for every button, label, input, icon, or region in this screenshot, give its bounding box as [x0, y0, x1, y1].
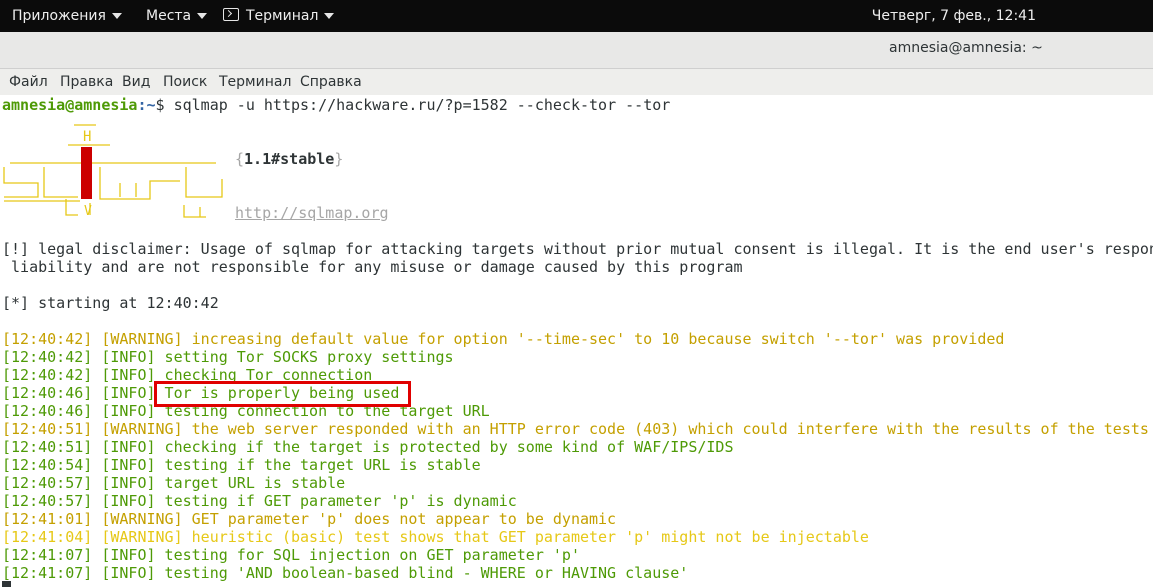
log-line-info: [12:41:07] [INFO] testing for SQL inject… — [2, 546, 580, 564]
log-line-warning: [12:41:01] [WARNING] GET parameter 'p' d… — [2, 510, 617, 528]
menu-terminal[interactable]: Терминал — [219, 69, 291, 95]
menu-view[interactable]: Вид — [122, 69, 150, 95]
places-menu[interactable]: Места — [146, 0, 208, 32]
log-line-info: [12:40:51] [INFO] checking if the target… — [2, 438, 734, 456]
applications-menu[interactable]: Приложения — [12, 0, 122, 32]
window-title: amnesia@amnesia: ~ — [889, 40, 1043, 56]
sqlmap-version: 1.1#stable — [244, 150, 335, 168]
log-line-info: [12:40:42] [INFO] setting Tor SOCKS prox… — [2, 348, 454, 366]
prompt-symbol: $ — [155, 96, 174, 114]
prompt-command: sqlmap -u https://hackware.ru/?p=1582 --… — [173, 96, 671, 114]
disclaimer-line-2: liability and are not responsible for an… — [2, 258, 743, 276]
terminal-app-menu-label: Терминал — [246, 8, 319, 24]
log-line-warning: [12:40:51] [WARNING] the web server resp… — [2, 420, 1149, 438]
chevron-down-icon — [197, 13, 208, 19]
applications-menu-label: Приложения — [12, 8, 106, 24]
brace-close: } — [334, 150, 344, 168]
prompt-user-host: amnesia@amnesia — [2, 96, 138, 114]
places-menu-label: Места — [146, 8, 192, 24]
tor-highlight-box — [154, 381, 411, 407]
prompt-path: :~ — [137, 96, 156, 114]
log-line-warning: [12:40:42] [WARNING] increasing default … — [2, 330, 1005, 348]
starting-line: [*] starting at 12:40:42 — [2, 294, 219, 312]
window-title-bar[interactable]: amnesia@amnesia: ~ — [0, 32, 1153, 69]
terminal-menu-bar: Файл Правка Вид Поиск Терминал Справка — [0, 69, 1153, 95]
log-line-info: [12:40:57] [INFO] testing if GET paramet… — [2, 492, 517, 510]
log-line-info: [12:41:07] [INFO] testing 'AND boolean-b… — [2, 564, 689, 582]
svg-text:V: V — [84, 204, 92, 219]
log-line-warning: [12:41:04] [WARNING] heuristic (basic) t… — [2, 528, 869, 546]
chevron-down-icon — [111, 13, 122, 19]
terminal-app-menu[interactable]: Терминал — [223, 0, 335, 32]
log-line-info: [12:40:54] [INFO] testing if the target … — [2, 456, 481, 474]
menu-search[interactable]: Поиск — [163, 69, 207, 95]
sqlmap-url-link[interactable]: http://sqlmap.org — [235, 204, 389, 222]
chevron-down-icon — [324, 13, 335, 19]
logo-h-letter: H — [83, 129, 91, 145]
log-line-info: [12:40:57] [INFO] target URL is stable — [2, 474, 346, 492]
sqlmap-version-line: {1.1#stable} — [235, 150, 343, 168]
menu-file[interactable]: Файл — [9, 69, 48, 95]
terminal-icon — [223, 8, 239, 21]
clock[interactable]: Четверг, 7 фев., 12:41 — [872, 0, 1036, 32]
menu-help[interactable]: Справка — [300, 69, 362, 95]
gnome-top-bar: Приложения Места Терминал Четверг, 7 фев… — [0, 0, 1153, 32]
menu-edit[interactable]: Правка — [60, 69, 113, 95]
command-prompt-line: amnesia@amnesia:~$ sqlmap -u https://hac… — [2, 96, 670, 114]
terminal-cursor — [2, 581, 11, 587]
brace-open: { — [235, 150, 245, 168]
terminal-output[interactable]: amnesia@amnesia:~$ sqlmap -u https://hac… — [0, 95, 1153, 587]
disclaimer-line-1: [!] legal disclaimer: Usage of sqlmap fo… — [2, 240, 1153, 258]
sqlmap-ascii-logo: H V — [3, 124, 223, 219]
